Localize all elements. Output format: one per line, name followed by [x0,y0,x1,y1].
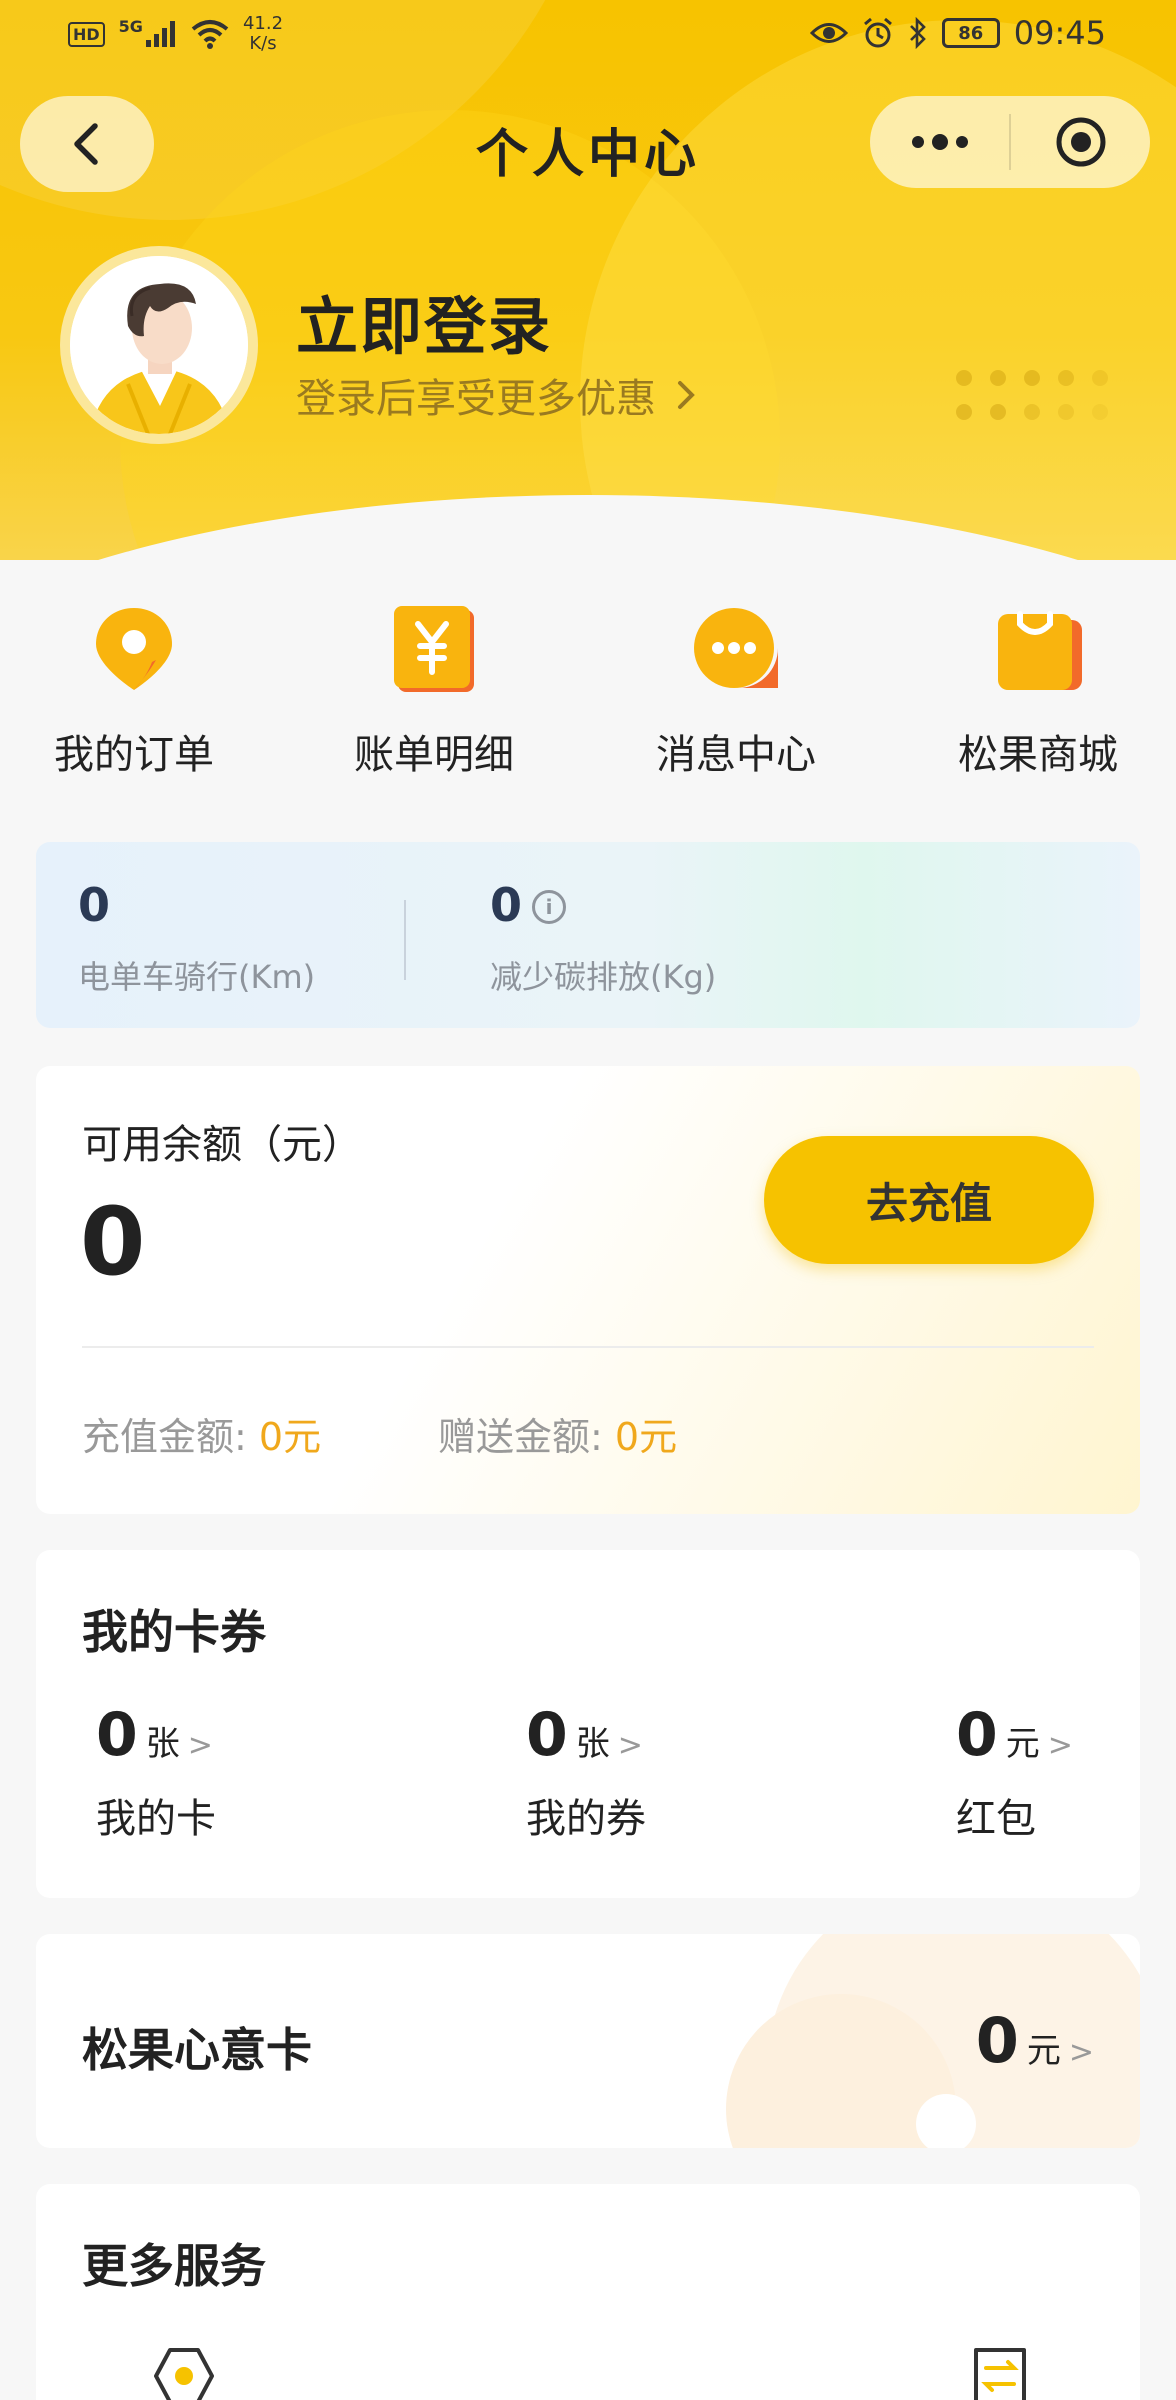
network-speed: 41.2 K/s [243,14,283,54]
stats-divider [404,900,406,980]
quick-item-label: 账单明细 [354,732,514,778]
recharge-button[interactable]: 去充值 [764,1136,1094,1264]
balance-card: 可用余额（元） 0 去充值 充值金额: 0元 赠送金额: 0元 [36,1066,1140,1514]
gift-card-row[interactable]: 松果心意卡 0 元 > [36,1934,1140,2148]
hd-icon: HD [68,21,105,47]
eye-icon [809,23,848,43]
gift-card-value: 0 元 > [976,2004,1094,2077]
more-services-section: 更多服务 [36,2184,1140,2400]
section-title: 我的卡券 [82,1605,266,1659]
recharge-amount-value: 0元 [258,1415,322,1459]
quick-item-my-orders[interactable]: 我的订单 [14,600,254,780]
login-title[interactable]: 立即登录 [296,276,552,366]
recharge-amount-label: 充值金额: [82,1415,259,1459]
gift-card-amount: 0 [975,2004,1019,2077]
avatar-illustration [70,256,248,434]
shopping-bag-icon [990,600,1086,696]
alarm-icon [863,17,892,48]
coupon-item-my-cards[interactable]: 0 张 > 我的卡 [96,1700,216,1844]
location-pin-icon [86,600,182,696]
gift-card-title: 松果心意卡 [82,2023,312,2077]
coupon-unit: 元 [1005,1724,1040,1764]
coupon-label: 红包 [956,1796,1036,1842]
coupon-item-my-coupons[interactable]: 0 张 > 我的券 [526,1700,646,1844]
carbon-reduction-label: 减少碳排放(Kg) [490,958,717,996]
quick-item-message-center[interactable]: 消息中心 [616,600,856,780]
battery-icon: 86 [941,18,1000,48]
speed-unit: K/s [249,33,277,54]
gift-amount-label: 赠送金额: [438,1415,615,1459]
avatar[interactable] [60,246,258,444]
recharge-amount: 充值金额: 0元 [82,1406,321,1461]
mini-program-capsule [870,96,1150,188]
status-time: 09:45 [1013,14,1106,52]
login-subtitle-link[interactable]: 登录后享受更多优惠 [296,366,696,424]
nav-bar: 个人中心 [0,94,1176,192]
quick-item-songguo-mall[interactable]: 松果商城 [918,600,1158,780]
exchange-ticket-icon[interactable] [968,2344,1032,2400]
riding-stats-card: 0 电单车骑行(Km) 0 i 减少碳排放(Kg) [36,842,1140,1028]
signal-icon [145,21,175,47]
balance-divider [82,1346,1094,1348]
hexagon-service-icon[interactable] [152,2344,216,2400]
network-label: 5G [118,16,143,36]
ride-distance-value: 0 [78,878,111,932]
speed-value: 41.2 [242,13,284,34]
coupon-label: 我的券 [526,1796,646,1842]
coupon-label: 我的卡 [96,1796,216,1842]
carbon-reduction-value: 0 [490,878,523,932]
bluetooth-icon [909,17,926,49]
quick-item-label: 消息中心 [656,732,816,778]
chevron-right-icon [678,381,695,409]
chevron-right-icon: > [617,1728,643,1763]
login-subtitle: 登录后享受更多优惠 [296,376,656,422]
more-dots-icon [911,134,968,150]
coupon-count: 0 [96,1700,138,1770]
ride-distance-label: 电单车骑行(Km) [78,958,316,996]
personal-center-page: HD 5G 41.2 K/s 86 09:45 个人中心 立即登录 登录后享受更… [0,0,1176,2400]
yuan-bill-icon [386,600,482,696]
coupon-count: 0 [526,1700,568,1770]
gift-card-unit: 元 [1026,2031,1061,2071]
more-button[interactable] [870,96,1009,188]
close-miniprogram-button[interactable] [1011,96,1150,188]
quick-item-label: 我的订单 [54,732,214,778]
chevron-right-icon: > [1068,2035,1094,2070]
decorative-dots [956,370,1116,430]
card-decoration [916,2094,976,2148]
chevron-right-icon: > [1047,1728,1073,1763]
coupon-unit: 张 [145,1724,180,1764]
balance-value: 0 [80,1188,146,1297]
balance-label: 可用余额（元） [82,1122,362,1168]
info-icon[interactable]: i [532,890,566,924]
chat-bubble-icon [688,600,784,696]
status-bar: HD 5G 41.2 K/s 86 09:45 [0,0,1176,72]
quick-menu: 我的订单 账单明细 消息中心 松果商城 [0,600,1176,800]
section-title: 更多服务 [82,2239,266,2293]
my-cards-coupons-section: 我的卡券 0 张 > 我的卡 0 张 > 我的券 0 元 > 红包 [36,1550,1140,1898]
quick-item-label: 松果商城 [958,732,1118,778]
coupon-count: 0 [956,1700,998,1770]
wifi-icon [191,20,229,49]
gift-amount: 赠送金额: 0元 [438,1406,677,1461]
quick-item-bill-detail[interactable]: 账单明细 [314,600,554,780]
chevron-right-icon: > [187,1728,213,1763]
coupon-item-red-packet[interactable]: 0 元 > 红包 [956,1700,1073,1844]
target-icon [1056,117,1105,167]
header-hero: HD 5G 41.2 K/s 86 09:45 个人中心 立即登录 登录后享受更… [0,0,1176,560]
gift-amount-value: 0元 [614,1415,678,1459]
coupon-unit: 张 [575,1724,610,1764]
profile-section[interactable]: 立即登录 登录后享受更多优惠 [60,246,1120,446]
